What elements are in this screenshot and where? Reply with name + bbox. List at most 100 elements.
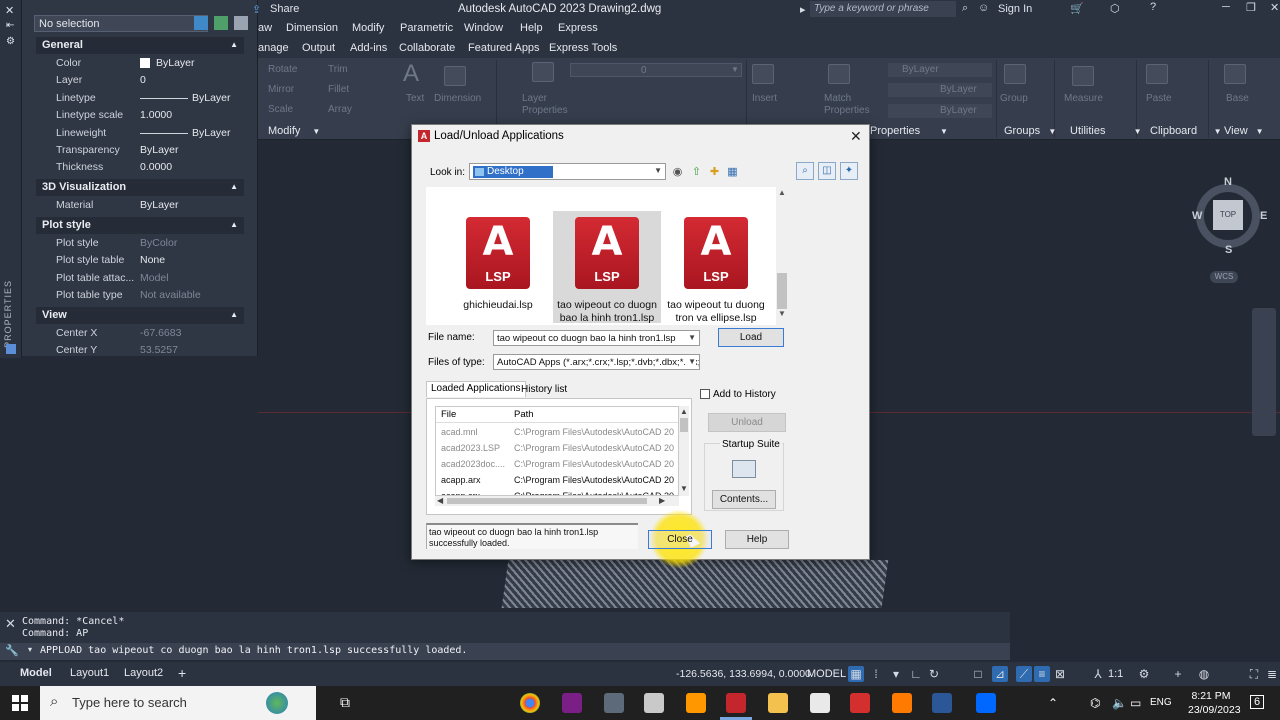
tab-history-list[interactable]: History list (521, 384, 567, 395)
section-view[interactable]: View ▲ (36, 307, 244, 324)
command-input[interactable]: 🔧 ▾ APPLOAD tao wipeout co duogn bao la … (0, 643, 1010, 660)
select-objects-icon[interactable] (214, 16, 228, 30)
plus-icon[interactable]: + (1170, 666, 1186, 682)
file-item[interactable]: A LSP ghichieudai.lsp (444, 211, 552, 323)
panel-chevron-icon[interactable]: ▼ (1048, 127, 1056, 136)
panel-chevron-icon[interactable]: ▼ (1256, 127, 1264, 136)
ortho-icon[interactable]: ∟ (908, 666, 924, 682)
layer-properties-icon[interactable] (532, 62, 554, 82)
property-row[interactable]: Linetype ByLayer (36, 90, 244, 107)
wrench-icon[interactable]: 🔧 (5, 644, 19, 657)
file-list-scrollbar[interactable]: ▲ ▼ (776, 187, 788, 319)
files-of-type-dropdown[interactable]: AutoCAD Apps (*.arx;*.crx;*.lsp;*.dvb;*.… (493, 354, 700, 370)
viewcube[interactable]: TOP N S E W (1190, 176, 1272, 266)
ribbon-tab-5[interactable]: Express Tools (549, 42, 617, 54)
close-command-icon[interactable]: ✕ (5, 616, 16, 632)
panel-0[interactable]: Modify (268, 125, 300, 137)
battery-icon[interactable]: ▭ (1130, 696, 1141, 710)
lineweight-icon[interactable]: ≡ (1034, 666, 1050, 682)
section-3d-visualization[interactable]: 3D Visualization ▲ (36, 179, 244, 196)
sublime-icon[interactable] (686, 693, 706, 713)
table-row[interactable]: acad.mnl C:\Program Files\Autodesk\AutoCA… (436, 424, 678, 440)
help-icon[interactable]: ? (1150, 1, 1156, 13)
view-menu-icon[interactable]: ▦ (726, 166, 739, 179)
property-row[interactable]: Layer 0 (36, 72, 244, 89)
panel-1[interactable]: Properties (870, 125, 920, 137)
menu-1[interactable]: Dimension (286, 22, 338, 34)
layout-tab-2[interactable]: Layout2 (124, 667, 163, 679)
match-properties-icon[interactable] (828, 64, 850, 84)
close-button[interactable]: Close (648, 530, 712, 549)
ribbon-tab-2[interactable]: Add-ins (350, 42, 387, 54)
dimension-icon[interactable] (444, 66, 466, 86)
user-icon[interactable]: ☺ (978, 2, 989, 14)
insert-icon[interactable] (752, 64, 774, 84)
load-button[interactable]: Load (718, 328, 784, 347)
sign-in-button[interactable]: Sign In (998, 3, 1032, 15)
panel-2[interactable]: Groups (1004, 125, 1040, 137)
modify-tool-4[interactable]: Scale (268, 104, 293, 115)
base-button[interactable]: Base (1226, 93, 1249, 104)
layer-dropdown[interactable]: 0 ▼ (570, 63, 742, 77)
file-name-input[interactable]: tao wipeout co duogn bao la hinh tron1.l… (493, 330, 700, 346)
language-indicator[interactable]: ENG (1150, 697, 1172, 708)
look-in-dropdown[interactable]: Desktop ▼ (469, 163, 666, 180)
back-icon[interactable]: ◉ (671, 166, 684, 179)
unload-button[interactable]: Unload (708, 413, 786, 432)
workspace-icon[interactable]: ◍ (1196, 666, 1212, 682)
shield-icon[interactable] (810, 693, 830, 713)
phone-icon[interactable] (604, 693, 624, 713)
section-general[interactable]: General ▲ (36, 37, 244, 54)
expand-icon[interactable]: ▸ (800, 3, 806, 16)
property-row[interactable]: Plot table attac... Model (36, 270, 244, 287)
vlc-icon[interactable] (892, 693, 912, 713)
app-icon[interactable] (562, 693, 582, 713)
palette-settings-icon[interactable]: ⚙ (6, 36, 15, 47)
property-row[interactable]: Center Y 53.5257 (36, 342, 244, 356)
insert-button[interactable]: Insert (752, 93, 777, 104)
navigation-bar[interactable] (1252, 308, 1276, 436)
table-hscroll[interactable]: ◀ ▶ (435, 496, 679, 506)
new-folder-icon[interactable]: ✚ (708, 166, 721, 179)
table-vscroll[interactable]: ▲ ▼ (679, 406, 689, 496)
add-layout-icon[interactable]: + (178, 665, 186, 681)
selection-dropdown[interactable]: No selection ▼ (34, 15, 208, 32)
dropdown-icon[interactable]: ▾ (888, 666, 904, 682)
volume-icon[interactable]: 🔈 (1112, 696, 1127, 710)
property-row[interactable]: Plot style table None (36, 252, 244, 269)
recent-commands-icon[interactable]: ▾ (28, 645, 32, 654)
menu-4[interactable]: Window (464, 22, 503, 34)
up-folder-icon[interactable]: ⇧ (690, 166, 703, 179)
menu-0[interactable]: aw (258, 22, 272, 34)
autohide-icon[interactable]: ⇤ (6, 20, 14, 31)
app-grid-icon[interactable] (644, 693, 664, 713)
text-icon[interactable]: A (403, 62, 425, 86)
grid-icon[interactable]: ▦ (848, 666, 864, 682)
property-row[interactable]: Center X -67.6683 (36, 325, 244, 342)
ribbon-tab-3[interactable]: Collaborate (399, 42, 455, 54)
task-view-icon[interactable]: ⧉ (340, 694, 350, 711)
ribbon-tab-4[interactable]: Featured Apps (468, 42, 540, 54)
autocad-icon[interactable] (726, 693, 746, 713)
menu-5[interactable]: Help (520, 22, 543, 34)
base-icon[interactable] (1224, 64, 1246, 84)
help-button[interactable]: Help (725, 530, 789, 549)
quick-select-icon[interactable] (234, 16, 248, 30)
menu-3[interactable]: Parametric (400, 22, 453, 34)
property-row[interactable]: Lineweight ByLayer (36, 125, 244, 142)
table-row[interactable]: acapp.arx C:\Program Files\Autodesk\AutoC… (436, 472, 678, 488)
chrome-icon[interactable] (520, 693, 540, 713)
table-row[interactable]: acapp.crx C:\Program Files\Autodesk\AutoC… (436, 488, 678, 495)
file-item[interactable]: A LSP tao wipeout co duogn bao la hinh tro… (553, 211, 661, 324)
table-row[interactable]: acad2023.LSP C:\Program Files\Autodesk\Au… (436, 440, 678, 456)
panel-5[interactable]: View (1224, 125, 1248, 137)
panel-chevron-icon[interactable]: ▼ (940, 127, 948, 136)
share-button[interactable]: Share (270, 3, 299, 15)
dimension-button[interactable]: Dimension (434, 93, 481, 104)
web-icon[interactable]: ◫ (818, 162, 836, 180)
menu-icon[interactable]: ≣ (1264, 666, 1280, 682)
connect-icon[interactable]: ⬡ (1110, 2, 1120, 15)
section-plot-style[interactable]: Plot style ▲ (36, 217, 244, 234)
osnap-icon[interactable]: □ (970, 666, 986, 682)
polar-icon[interactable]: ↻ (926, 666, 942, 682)
